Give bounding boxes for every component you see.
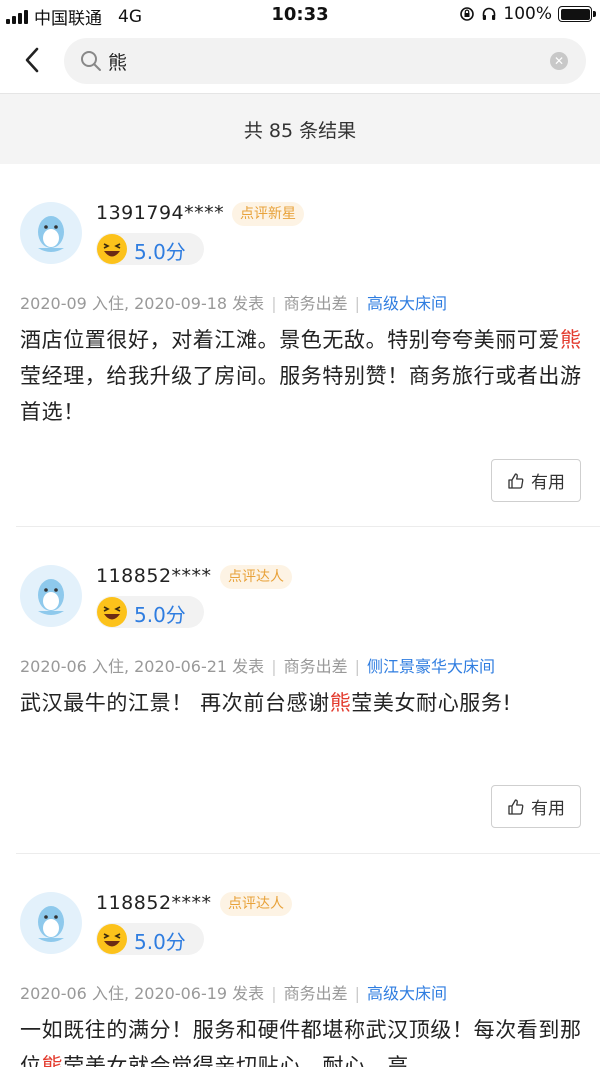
rating-score: 5.0分 <box>134 930 186 954</box>
username: 1391794**** <box>96 202 225 224</box>
rating-score: 5.0分 <box>134 240 186 264</box>
review-content: 武汉最牛的江景！ 再次前台感谢熊莹美女耐心服务! <box>20 685 585 721</box>
search-header: ✕ <box>0 30 600 94</box>
review-text: 武汉最牛的江景！ 再次前台感谢 <box>20 691 330 715</box>
laughing-emoji-icon <box>97 924 127 954</box>
headphones-icon <box>483 7 496 20</box>
user-level-badge: 点评达人 <box>220 565 292 589</box>
status-right: 100% <box>459 4 596 24</box>
review-meta: 2020-06 入住, 2020-06-19 发表 | 商务出差 | 高级大床间 <box>20 984 447 1003</box>
username: 118852**** <box>96 892 212 914</box>
keyword-highlight: 熊 <box>329 691 352 715</box>
review-content: 酒店位置很好，对着江滩。景色无敌。特别夸夸美丽可爱熊莹经理，给我升级了房间。服务… <box>20 322 585 430</box>
rating: 5.0分 <box>96 923 204 955</box>
avatar[interactable] <box>20 892 82 954</box>
useful-button[interactable]: 有用 <box>491 459 581 502</box>
dolphin-avatar-icon <box>38 906 64 942</box>
rotation-lock-icon <box>460 7 475 21</box>
thumbs-up-icon <box>508 798 524 815</box>
status-bar: 中国联通 4G 10:33 100% <box>0 0 600 30</box>
avatar[interactable] <box>20 202 82 264</box>
laughing-emoji-icon <box>97 234 127 264</box>
review-item: 1391794**** 点评新星 5.0分 2020-09 入住, 2020-0… <box>0 164 600 527</box>
useful-label: 有用 <box>531 473 565 493</box>
keyword-highlight: 熊 <box>41 1054 64 1067</box>
user-level-badge: 点评新星 <box>232 202 304 226</box>
review-text: 莹美女就会觉得亲切贴心，耐心，高 <box>63 1054 409 1067</box>
username: 118852**** <box>96 565 212 587</box>
rating: 5.0分 <box>96 233 204 265</box>
dolphin-avatar-icon <box>38 579 64 615</box>
thumbs-up-icon <box>508 472 524 489</box>
result-count: 共 85 条结果 <box>0 94 600 164</box>
rating-score: 5.0分 <box>134 603 186 627</box>
search-input[interactable] <box>108 38 528 84</box>
review-item: 118852**** 点评达人 5.0分 2020-06 入住, 2020-06… <box>0 854 600 1067</box>
stay-date: 2020-09 入住, 2020-09-18 发表 <box>20 294 265 313</box>
useful-button[interactable]: 有用 <box>491 785 581 828</box>
avatar[interactable] <box>20 565 82 627</box>
battery-icon <box>558 6 596 22</box>
trip-type: 商务出差 <box>283 294 348 313</box>
review-text: 酒店位置很好，对着江滩。景色无敌。特别夸夸美丽可爱 <box>20 328 560 352</box>
back-button[interactable] <box>14 42 50 78</box>
review-text: 莹美女耐心服务! <box>351 691 512 715</box>
laughing-emoji-icon <box>97 597 127 627</box>
search-icon <box>81 51 101 71</box>
review-item: 118852**** 点评达人 5.0分 2020-06 入住, 2020-06… <box>0 527 600 854</box>
review-text: 莹经理，给我升级了房间。服务特别赞！商务旅行或者出游首选！ <box>20 364 582 424</box>
search-box[interactable]: ✕ <box>64 38 586 84</box>
keyword-highlight: 熊 <box>560 328 582 352</box>
room-type-link[interactable]: 高级大床间 <box>367 984 447 1003</box>
dolphin-avatar-icon <box>38 216 64 252</box>
review-meta: 2020-09 入住, 2020-09-18 发表 | 商务出差 | 高级大床间 <box>20 294 447 313</box>
review-content: 一如既往的满分！服务和硬件都堪称武汉顶级！每次看到那位熊莹美女就会觉得亲切贴心，… <box>20 1012 585 1067</box>
room-type-link[interactable]: 侧江景豪华大床间 <box>367 657 495 676</box>
useful-label: 有用 <box>531 799 565 819</box>
stay-date: 2020-06 入住, 2020-06-21 发表 <box>20 657 265 676</box>
rating: 5.0分 <box>96 596 204 628</box>
user-level-badge: 点评达人 <box>220 892 292 916</box>
room-type-link[interactable]: 高级大床间 <box>367 294 447 313</box>
clear-icon[interactable]: ✕ <box>550 52 568 70</box>
stay-date: 2020-06 入住, 2020-06-19 发表 <box>20 984 265 1003</box>
trip-type: 商务出差 <box>283 657 348 676</box>
trip-type: 商务出差 <box>283 984 348 1003</box>
review-meta: 2020-06 入住, 2020-06-21 发表 | 商务出差 | 侧江景豪华大床间 <box>20 657 495 676</box>
battery-percent: 100% <box>503 4 552 24</box>
chevron-left-icon <box>25 47 39 73</box>
